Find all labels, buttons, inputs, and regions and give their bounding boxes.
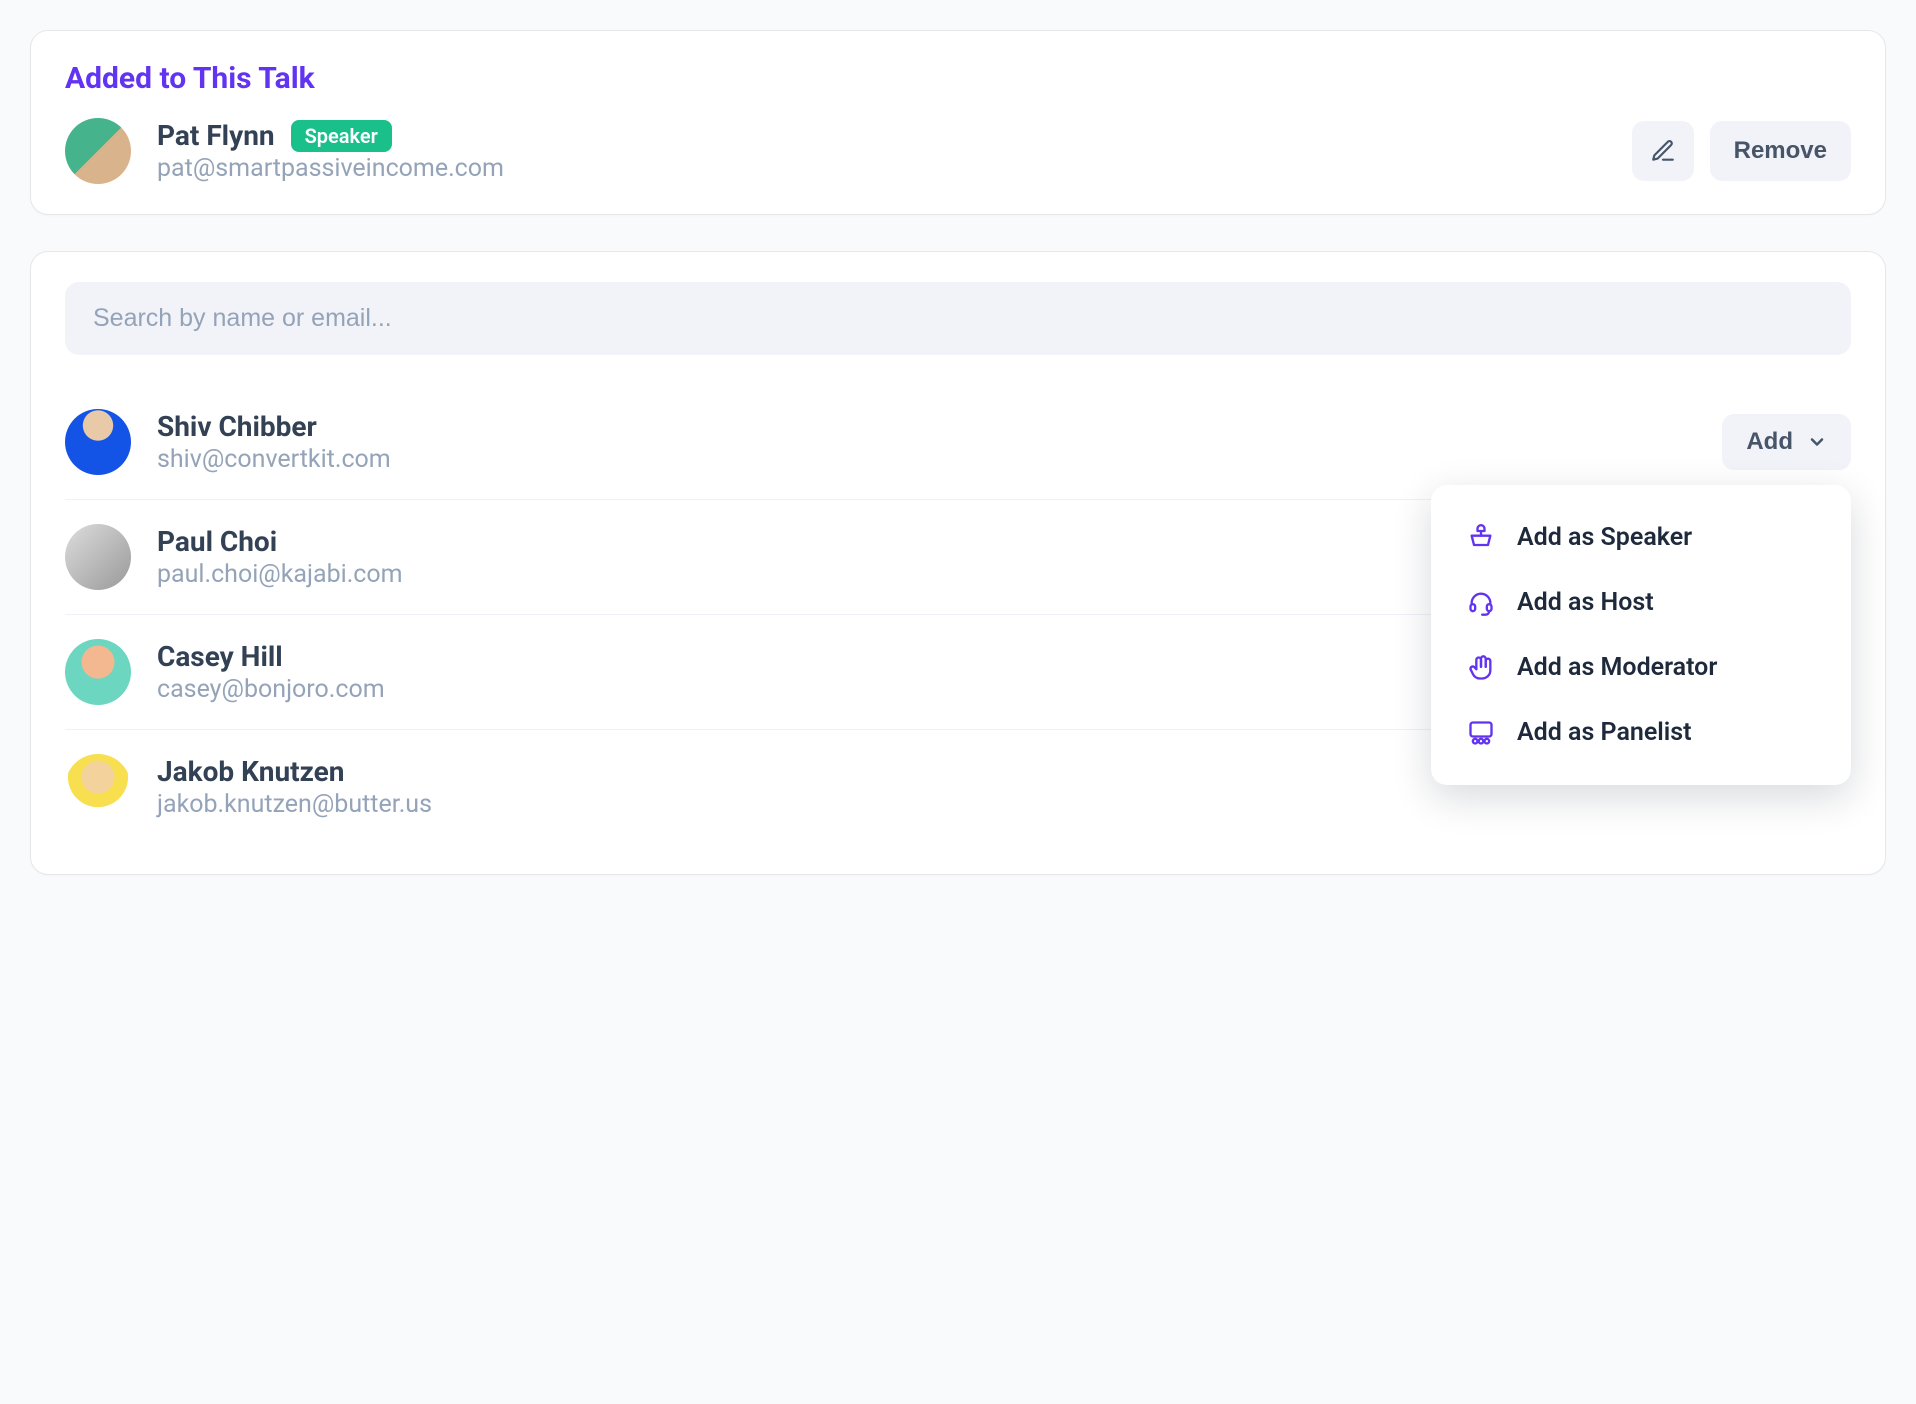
avatar	[65, 409, 131, 475]
add-button[interactable]: Add	[1722, 414, 1851, 470]
dropdown-item-label: Add as Host	[1517, 588, 1654, 617]
hand-icon	[1467, 654, 1495, 682]
search-input[interactable]	[65, 282, 1851, 355]
avatar	[65, 639, 131, 705]
avatar	[65, 118, 131, 184]
dropdown-item-speaker[interactable]: Add as Speaker	[1431, 505, 1851, 570]
panel-icon	[1467, 719, 1495, 747]
headset-icon	[1467, 589, 1495, 617]
added-person-row: Pat Flynn Speaker pat@smartpassiveincome…	[65, 118, 1851, 184]
person-name: Pat Flynn	[157, 119, 275, 152]
dropdown-item-moderator[interactable]: Add as Moderator	[1431, 635, 1851, 700]
person-name: Shiv Chibber	[157, 410, 1696, 443]
remove-button[interactable]: Remove	[1710, 121, 1851, 181]
add-dropdown: Add as Speaker Add as Host Add as Modera…	[1431, 485, 1851, 785]
person-email: jakob.knutzen@butter.us	[157, 790, 1851, 819]
dropdown-item-label: Add as Speaker	[1517, 523, 1692, 552]
list-item: Shiv Chibber shiv@convertkit.com Add Add…	[65, 385, 1851, 500]
add-button-label: Add	[1746, 428, 1793, 456]
dropdown-item-panelist[interactable]: Add as Panelist	[1431, 700, 1851, 765]
role-badge: Speaker	[291, 120, 392, 152]
dropdown-item-label: Add as Moderator	[1517, 653, 1717, 682]
dropdown-item-label: Add as Panelist	[1517, 718, 1692, 747]
people-card: Shiv Chibber shiv@convertkit.com Add Add…	[30, 251, 1886, 875]
section-title: Added to This Talk	[65, 61, 1851, 96]
edit-button[interactable]	[1632, 121, 1694, 181]
person-email: shiv@convertkit.com	[157, 445, 1696, 474]
chevron-down-icon	[1807, 432, 1827, 452]
avatar	[65, 524, 131, 590]
person-email: pat@smartpassiveincome.com	[157, 154, 1606, 183]
podium-icon	[1467, 524, 1495, 552]
avatar	[65, 754, 131, 820]
person-info: Pat Flynn Speaker pat@smartpassiveincome…	[157, 119, 1606, 183]
dropdown-item-host[interactable]: Add as Host	[1431, 570, 1851, 635]
added-card: Added to This Talk Pat Flynn Speaker pat…	[30, 30, 1886, 215]
pencil-icon	[1650, 138, 1676, 164]
